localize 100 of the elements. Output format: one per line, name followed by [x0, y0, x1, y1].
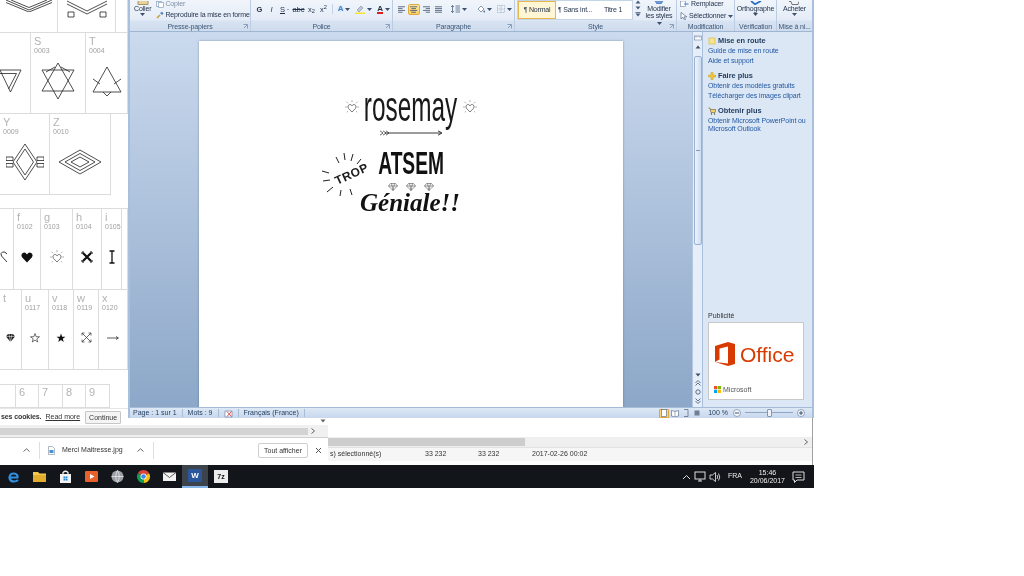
highlighter-icon	[355, 5, 366, 14]
glyph-character: T	[89, 36, 96, 47]
headline: ATSEM	[378, 151, 444, 177]
dialog-launcher-icon[interactable]	[669, 23, 674, 29]
globe-icon	[109, 469, 125, 484]
glyph-cell[interactable]	[0, 33, 31, 114]
i-beam-icon	[108, 250, 115, 264]
align-left-icon	[398, 6, 406, 13]
glyph-cell[interactable]	[0, 208, 14, 290]
clipboard-icon	[136, 1, 149, 5]
caret-icon	[507, 7, 512, 11]
slider-thumb[interactable]	[766, 409, 772, 417]
check-mark-icon	[748, 1, 763, 5]
cursor-icon	[680, 12, 687, 20]
caret-icon	[367, 8, 373, 11]
glyph-character: 7	[42, 387, 49, 398]
chevron-right-icon[interactable]	[311, 428, 315, 434]
close-icon[interactable]	[315, 446, 322, 454]
dialog-launcher-icon[interactable]	[507, 23, 512, 29]
triangle-icon	[90, 65, 123, 97]
network-icon[interactable]	[693, 471, 706, 482]
gem-icon	[424, 183, 434, 191]
line-spacing-button[interactable]	[449, 4, 469, 14]
zoom-in-icon[interactable]	[797, 409, 805, 417]
chevron-down-icon[interactable]	[320, 419, 326, 423]
taskbar-button[interactable]: W	[182, 465, 208, 488]
more-arrow-icon[interactable]	[634, 12, 641, 17]
font-color-button[interactable]: A	[375, 4, 392, 15]
overlapping-triangles-icon	[40, 61, 76, 101]
triangle-icon	[0, 68, 22, 94]
heart-icon	[345, 100, 360, 114]
rotated-word: TROP	[332, 160, 371, 188]
door-logo-icon	[714, 341, 736, 367]
up-arrow-icon[interactable]	[634, 0, 641, 4]
color-wheel-icon	[135, 469, 151, 484]
crossed-arrows-icon	[80, 332, 92, 343]
glyph-cell[interactable]	[0, 384, 16, 408]
vertical-scrollbar[interactable]	[692, 32, 702, 407]
glyph-character: t	[3, 293, 7, 304]
glyph-character: g	[44, 212, 51, 223]
four-squares-icon	[714, 386, 721, 394]
shopping-bag-icon	[57, 469, 73, 484]
glyph-character: S	[34, 36, 42, 47]
brush-icon	[156, 11, 165, 19]
view-button[interactable]	[681, 408, 692, 418]
plus-icon	[708, 71, 716, 80]
square-icon	[708, 36, 716, 45]
scrollbar-thumb[interactable]	[693, 56, 702, 245]
replace-icon	[680, 1, 689, 7]
glyph-cell[interactable]	[0, 0, 58, 33]
circle-icon[interactable]	[694, 389, 701, 395]
highlight-button[interactable]	[353, 4, 375, 15]
down-arrow-icon[interactable]	[694, 373, 701, 377]
caret-icon	[462, 7, 467, 11]
swatch-icon	[653, 1, 665, 4]
glyph-character: f	[17, 212, 21, 223]
borders-button[interactable]	[495, 4, 514, 14]
center-button[interactable]	[408, 4, 420, 15]
up-arrow-icon[interactable]	[694, 45, 701, 49]
product-name: Office	[740, 343, 795, 365]
play-tile-icon	[83, 469, 99, 484]
double-arrow-down-icon[interactable]	[694, 398, 701, 404]
glyph-character: Z	[53, 117, 60, 128]
glyph-character: 9	[89, 387, 96, 398]
chevron-right-icon[interactable]	[804, 439, 808, 445]
view-button[interactable]	[692, 408, 703, 418]
glyph-character: v	[52, 293, 58, 304]
dialog-launcher-icon[interactable]	[243, 23, 248, 29]
paint-bucket-icon	[476, 5, 485, 13]
stacked-diamond-icon	[4, 0, 53, 12]
justify-button[interactable]	[432, 4, 444, 15]
glyph-cell[interactable]	[58, 0, 116, 33]
star-icon	[56, 332, 66, 343]
view-button[interactable]	[659, 408, 670, 418]
nested-diamond-icon	[58, 149, 102, 175]
volume-icon[interactable]	[708, 470, 721, 483]
down-arrow-icon[interactable]	[634, 6, 641, 10]
letter-tile-icon: W	[188, 469, 202, 482]
caret-icon	[728, 14, 734, 18]
zoom-out-icon[interactable]	[733, 409, 741, 417]
align-right-button[interactable]	[420, 4, 432, 15]
align-right-icon	[422, 6, 430, 13]
align-left-button[interactable]	[396, 4, 408, 15]
scrollbar-thumb[interactable]	[328, 438, 525, 446]
gem-icon	[388, 183, 398, 191]
glyph-character: u	[25, 293, 32, 304]
notification-icon[interactable]	[792, 470, 805, 483]
caret-icon	[792, 13, 797, 16]
glyph-character: h	[76, 212, 83, 223]
decorative-name: rosemay	[364, 83, 458, 131]
copy-icon	[156, 0, 165, 8]
scrollbar-thumb[interactable]	[0, 427, 308, 435]
book-cross-icon[interactable]	[223, 408, 233, 418]
horizontal-scrollbar[interactable]	[328, 437, 812, 447]
justify-icon	[434, 6, 442, 13]
view-button[interactable]	[670, 408, 681, 418]
dialog-launcher-icon[interactable]	[385, 23, 390, 29]
double-arrow-up-icon[interactable]	[694, 380, 701, 386]
caret-icon	[140, 13, 146, 16]
glyph-character: x	[102, 293, 108, 304]
